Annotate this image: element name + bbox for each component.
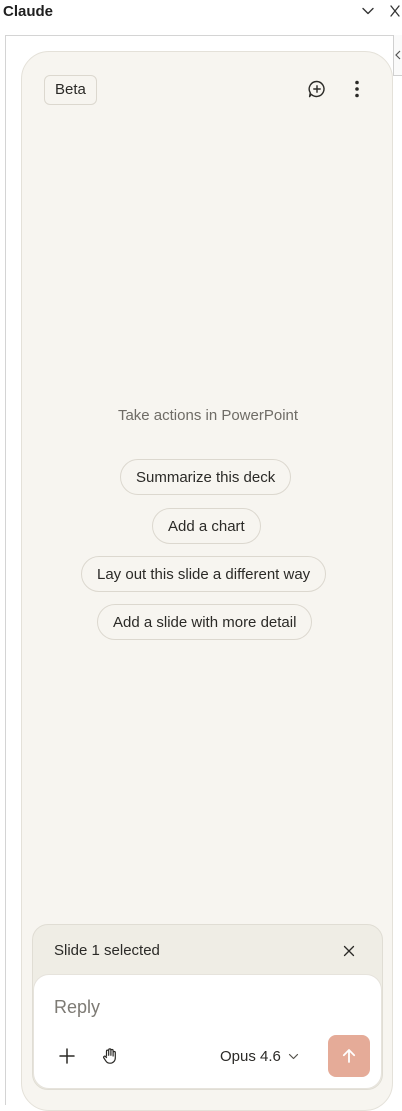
arrow-up-icon — [342, 1049, 356, 1063]
selection-context-label: Slide 1 selected — [54, 942, 160, 959]
chat-plus-icon — [308, 80, 325, 98]
window-titlebar: Claude — [0, 0, 402, 24]
model-name: Opus 4.6 — [220, 1047, 281, 1065]
hand-tool-button[interactable] — [97, 1043, 123, 1069]
beta-badge: Beta — [44, 75, 97, 105]
suggestion-add-slide[interactable]: Add a slide with more detail — [97, 604, 313, 640]
chevron-down-icon[interactable] — [359, 2, 377, 20]
chevron-left-icon[interactable] — [393, 35, 402, 76]
suggestion-layout-slide[interactable]: Lay out this slide a different way — [81, 556, 327, 592]
hand-icon — [103, 1048, 116, 1064]
model-selector[interactable]: Opus 4.6 — [220, 1045, 299, 1067]
chevron-down-icon — [288, 1051, 299, 1062]
composer: Slide 1 selected Opus 4.6 — [32, 924, 383, 1090]
empty-state-title: Take actions in PowerPoint — [117, 407, 299, 424]
message-input-box: Opus 4.6 — [33, 974, 382, 1089]
app-title: Claude — [3, 3, 54, 20]
more-vertical-icon — [355, 80, 359, 98]
more-options-button[interactable] — [344, 76, 370, 102]
reply-input[interactable] — [54, 997, 344, 1018]
suggestion-add-chart[interactable]: Add a chart — [152, 508, 261, 544]
close-icon[interactable] — [388, 2, 402, 20]
attach-button[interactable] — [54, 1043, 80, 1069]
new-chat-button[interactable] — [304, 76, 330, 102]
close-icon[interactable] — [339, 941, 359, 961]
plus-icon — [59, 1048, 75, 1064]
suggestion-summarize-deck[interactable]: Summarize this deck — [120, 459, 292, 495]
send-button[interactable] — [328, 1035, 370, 1077]
